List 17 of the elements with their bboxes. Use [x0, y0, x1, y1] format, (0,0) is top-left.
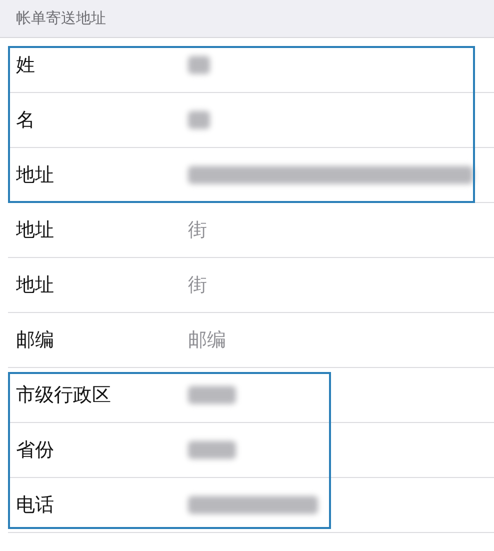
field-label: 名: [15, 108, 36, 133]
field-label: 市级行政区: [15, 383, 112, 408]
input-field[interactable]: 街: [188, 274, 388, 296]
field-label: 省份: [15, 438, 55, 463]
field-label: 电话: [15, 493, 55, 518]
blurred-value: [188, 441, 236, 459]
input-field[interactable]: 邮编: [188, 329, 388, 351]
input-field[interactable]: 街: [188, 219, 388, 241]
blurred-value: [188, 111, 210, 129]
blurred-value: [188, 386, 236, 404]
section-header: 帐单寄送地址: [16, 9, 106, 28]
field-label: 地址: [15, 163, 55, 188]
blurred-value: [188, 56, 210, 74]
field-label: 姓: [15, 53, 36, 78]
field-label: 地址: [15, 273, 55, 298]
field-label: 邮编: [15, 328, 55, 353]
field-label: 地址: [15, 218, 55, 243]
